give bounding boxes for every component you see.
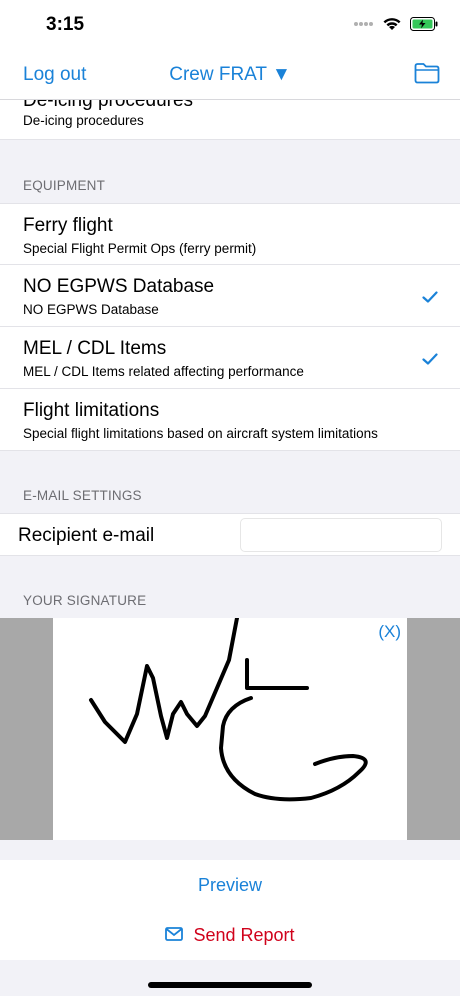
clear-signature-button[interactable]: (X)	[378, 622, 401, 642]
signature-section-header: YOUR SIGNATURE	[0, 556, 460, 618]
checkmark-icon	[422, 291, 438, 303]
checkmark-icon	[422, 353, 438, 365]
recipient-email-label: Recipient e-mail	[18, 525, 155, 546]
row-title: Ferry flight	[23, 215, 113, 236]
ferry-flight-row[interactable]: Ferry flight Special Flight Permit Ops (…	[0, 203, 460, 265]
battery-charging-icon	[410, 16, 438, 31]
wifi-icon	[383, 18, 401, 30]
section-title: E-MAIL SETTINGS	[23, 488, 142, 503]
mel-cdl-row[interactable]: MEL / CDL Items MEL / CDL Items related …	[0, 327, 460, 389]
flight-limitations-row[interactable]: Flight limitations Special flight limita…	[0, 389, 460, 451]
envelope-icon	[165, 927, 184, 942]
folder-button[interactable]	[414, 62, 440, 89]
row-subtitle: NO EGPWS Database	[23, 302, 159, 317]
signature-area: (X)	[0, 618, 460, 840]
status-bar: 3:15	[0, 0, 460, 50]
form-content[interactable]: De-icing procedures De-icing procedures …	[0, 100, 460, 840]
signal-icon	[354, 21, 373, 26]
status-icons	[354, 16, 438, 31]
section-title: YOUR SIGNATURE	[23, 593, 147, 608]
send-report-label: Send Report	[193, 925, 295, 945]
recipient-email-input[interactable]	[240, 518, 442, 552]
status-time: 3:15	[46, 14, 85, 35]
row-title: MEL / CDL Items	[23, 338, 167, 359]
signature-stroke	[89, 618, 368, 802]
row-title: NO EGPWS Database	[23, 276, 215, 297]
row-subtitle: De-icing procedures	[23, 113, 144, 128]
home-indicator	[148, 982, 312, 988]
send-report-button[interactable]: Send Report	[0, 910, 460, 960]
row-subtitle: Special flight limitations based on airc…	[23, 426, 378, 441]
row-subtitle: Special Flight Permit Ops (ferry permit)	[23, 241, 257, 256]
preview-button[interactable]: Preview	[0, 860, 460, 910]
row-title: Flight limitations	[23, 400, 160, 421]
navigation-bar: Log out Crew FRAT ▼	[0, 50, 460, 100]
no-egpws-row[interactable]: NO EGPWS Database NO EGPWS Database	[0, 265, 460, 327]
email-section-header: E-MAIL SETTINGS	[0, 451, 460, 513]
signature-pad[interactable]: (X)	[53, 618, 407, 840]
preview-label: Preview	[197, 875, 263, 895]
recipient-email-row: Recipient e-mail	[0, 513, 460, 556]
deicing-row[interactable]: De-icing procedures De-icing procedures	[0, 100, 460, 140]
row-title: De-icing procedures	[23, 100, 194, 111]
equipment-section-header: EQUIPMENT	[0, 140, 460, 203]
section-title: EQUIPMENT	[23, 178, 106, 193]
log-out-button[interactable]: Log out	[23, 64, 86, 86]
folder-icon	[414, 63, 440, 84]
crew-frat-dropdown[interactable]: Crew FRAT ▼	[169, 64, 291, 85]
row-subtitle: MEL / CDL Items related affecting perfor…	[23, 364, 304, 379]
